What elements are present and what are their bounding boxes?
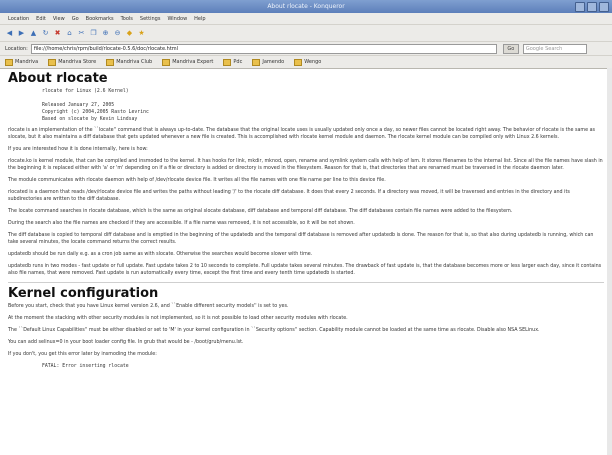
header-line: Copyright (c) 2004,2005 Rasto Levrinc bbox=[42, 110, 149, 115]
bookmark-mandriva[interactable]: Mandriva bbox=[5, 58, 39, 66]
paragraph: If you don't, you get this error later b… bbox=[8, 352, 157, 357]
reload-icon[interactable]: ↻ bbox=[41, 29, 50, 38]
bookmark-mandriva-club[interactable]: Mandriva Club bbox=[106, 58, 153, 66]
url-field[interactable]: file:///home/chris/rpm/build/rlocate-0.5… bbox=[30, 43, 497, 54]
paragraph: The locate command searches in rlocate d… bbox=[8, 209, 513, 214]
menu-bookmarks[interactable]: Bookmarks bbox=[86, 16, 114, 22]
bookmark-label: Jamendo bbox=[262, 59, 285, 65]
menu-location[interactable]: Location bbox=[8, 16, 29, 22]
paragraph: If you are interested how it is done int… bbox=[8, 147, 148, 152]
cut-icon[interactable]: ✂ bbox=[77, 29, 86, 38]
folder-icon bbox=[223, 58, 232, 66]
up-icon[interactable]: ▲ bbox=[29, 29, 38, 38]
folder-icon bbox=[48, 58, 57, 66]
lock-icon[interactable]: ◆ bbox=[125, 29, 134, 38]
bookmark-label: Wengo bbox=[304, 59, 322, 65]
go-button[interactable]: Go bbox=[502, 43, 519, 54]
main-toolbar: ◀ ▶ ▲ ↻ ✖ ⌂ ✂ ❐ ⊕ ⊖ ◆ ★ bbox=[0, 25, 612, 42]
folder-icon bbox=[5, 58, 13, 66]
bookmark-label: Mandriva Expert bbox=[172, 59, 214, 65]
maximize-button[interactable] bbox=[587, 2, 597, 12]
bookmark-mandriva-store[interactable]: Mandriva Store bbox=[48, 58, 97, 66]
bookmark-wengo[interactable]: Wengo bbox=[294, 58, 322, 66]
paragraph: Before you start, check that you have Li… bbox=[8, 304, 289, 309]
menu-edit[interactable]: Edit bbox=[36, 16, 46, 22]
divider bbox=[8, 282, 604, 283]
folder-icon bbox=[252, 58, 261, 66]
vertical-scrollbar[interactable] bbox=[607, 68, 612, 455]
paragraph: updatedb runs in two modes - fast update… bbox=[8, 264, 602, 276]
paragraph: You can add selinux=0 in your boot loade… bbox=[8, 340, 244, 345]
paragraph: rlocate is an implementation of the ``lo… bbox=[8, 128, 596, 140]
browser-window: About rlocate - Konqueror Location Edit … bbox=[0, 0, 612, 455]
minimize-button[interactable] bbox=[575, 2, 585, 12]
paragraph: At the moment the stacking with other se… bbox=[8, 316, 348, 321]
paragraph: rlocate.ko is kernel module, that can be… bbox=[8, 159, 603, 171]
window-title: About rlocate - Konqueror bbox=[267, 3, 345, 10]
bookmark-icon[interactable]: ★ bbox=[137, 29, 146, 38]
header-line: rlocate for Linux (2.6 Kernel) bbox=[42, 89, 129, 94]
folder-icon bbox=[162, 58, 171, 66]
paragraph: updatedb should be run daily e.g. as a c… bbox=[8, 252, 313, 257]
menu-bar: Location Edit View Go Bookmarks Tools Se… bbox=[0, 13, 612, 25]
code-block: FATAL: Error inserting rlocate bbox=[42, 364, 129, 369]
back-icon[interactable]: ◀ bbox=[5, 29, 14, 38]
header-line: Based on slocate by Kevin Lindsay bbox=[42, 117, 138, 122]
section-heading: Kernel configuration bbox=[8, 286, 159, 301]
bookmark-label: Mandriva Store bbox=[58, 59, 97, 65]
folder-icon bbox=[294, 58, 303, 66]
home-icon[interactable]: ⌂ bbox=[65, 29, 74, 38]
location-bar: Location: file:///home/chris/rpm/build/r… bbox=[0, 42, 612, 56]
header-block: rlocate for Linux (2.6 Kernel) Released … bbox=[42, 88, 604, 123]
page-title: About rlocate bbox=[8, 71, 108, 86]
close-button[interactable] bbox=[599, 2, 609, 12]
paragraph: rlocated is a daemon that reads /dev/rlo… bbox=[8, 190, 570, 202]
paragraph: The diff database is copied to temporal … bbox=[8, 233, 594, 245]
paragraph: The module communicates with rlocate dae… bbox=[8, 178, 386, 183]
bookmark-label: Mandriva bbox=[15, 59, 39, 65]
bookmark-mandriva-expert[interactable]: Mandriva Expert bbox=[162, 58, 214, 66]
header-line: Released January 27, 2005 bbox=[42, 103, 115, 108]
forward-icon[interactable]: ▶ bbox=[17, 29, 26, 38]
menu-tools[interactable]: Tools bbox=[121, 16, 133, 22]
menu-help[interactable]: Help bbox=[194, 16, 205, 22]
zoom-in-icon[interactable]: ⊕ bbox=[101, 29, 110, 38]
bookmark-label: Mandriva Club bbox=[116, 59, 153, 65]
zoom-out-icon[interactable]: ⊖ bbox=[113, 29, 122, 38]
title-bar: About rlocate - Konqueror bbox=[0, 0, 612, 13]
paragraph: The ``Default Linux Capabilities'' must … bbox=[8, 328, 540, 333]
bookmark-jamendo[interactable]: Jamendo bbox=[252, 58, 285, 66]
menu-view[interactable]: View bbox=[53, 16, 65, 22]
page-content: About rlocate rlocate for Linux (2.6 Ker… bbox=[0, 68, 612, 455]
copy-icon[interactable]: ❐ bbox=[89, 29, 98, 38]
menu-window[interactable]: Window bbox=[167, 16, 187, 22]
location-label: Location: bbox=[5, 45, 28, 52]
folder-icon bbox=[106, 58, 115, 66]
bookmark-label: Pdc bbox=[233, 59, 243, 65]
menu-go[interactable]: Go bbox=[72, 16, 79, 22]
paragraph: During the search also the file names ar… bbox=[8, 221, 355, 226]
bookmark-pdc[interactable]: Pdc bbox=[223, 58, 243, 66]
search-field[interactable]: Google Search bbox=[522, 43, 587, 54]
stop-icon[interactable]: ✖ bbox=[53, 29, 62, 38]
menu-settings[interactable]: Settings bbox=[140, 16, 161, 22]
